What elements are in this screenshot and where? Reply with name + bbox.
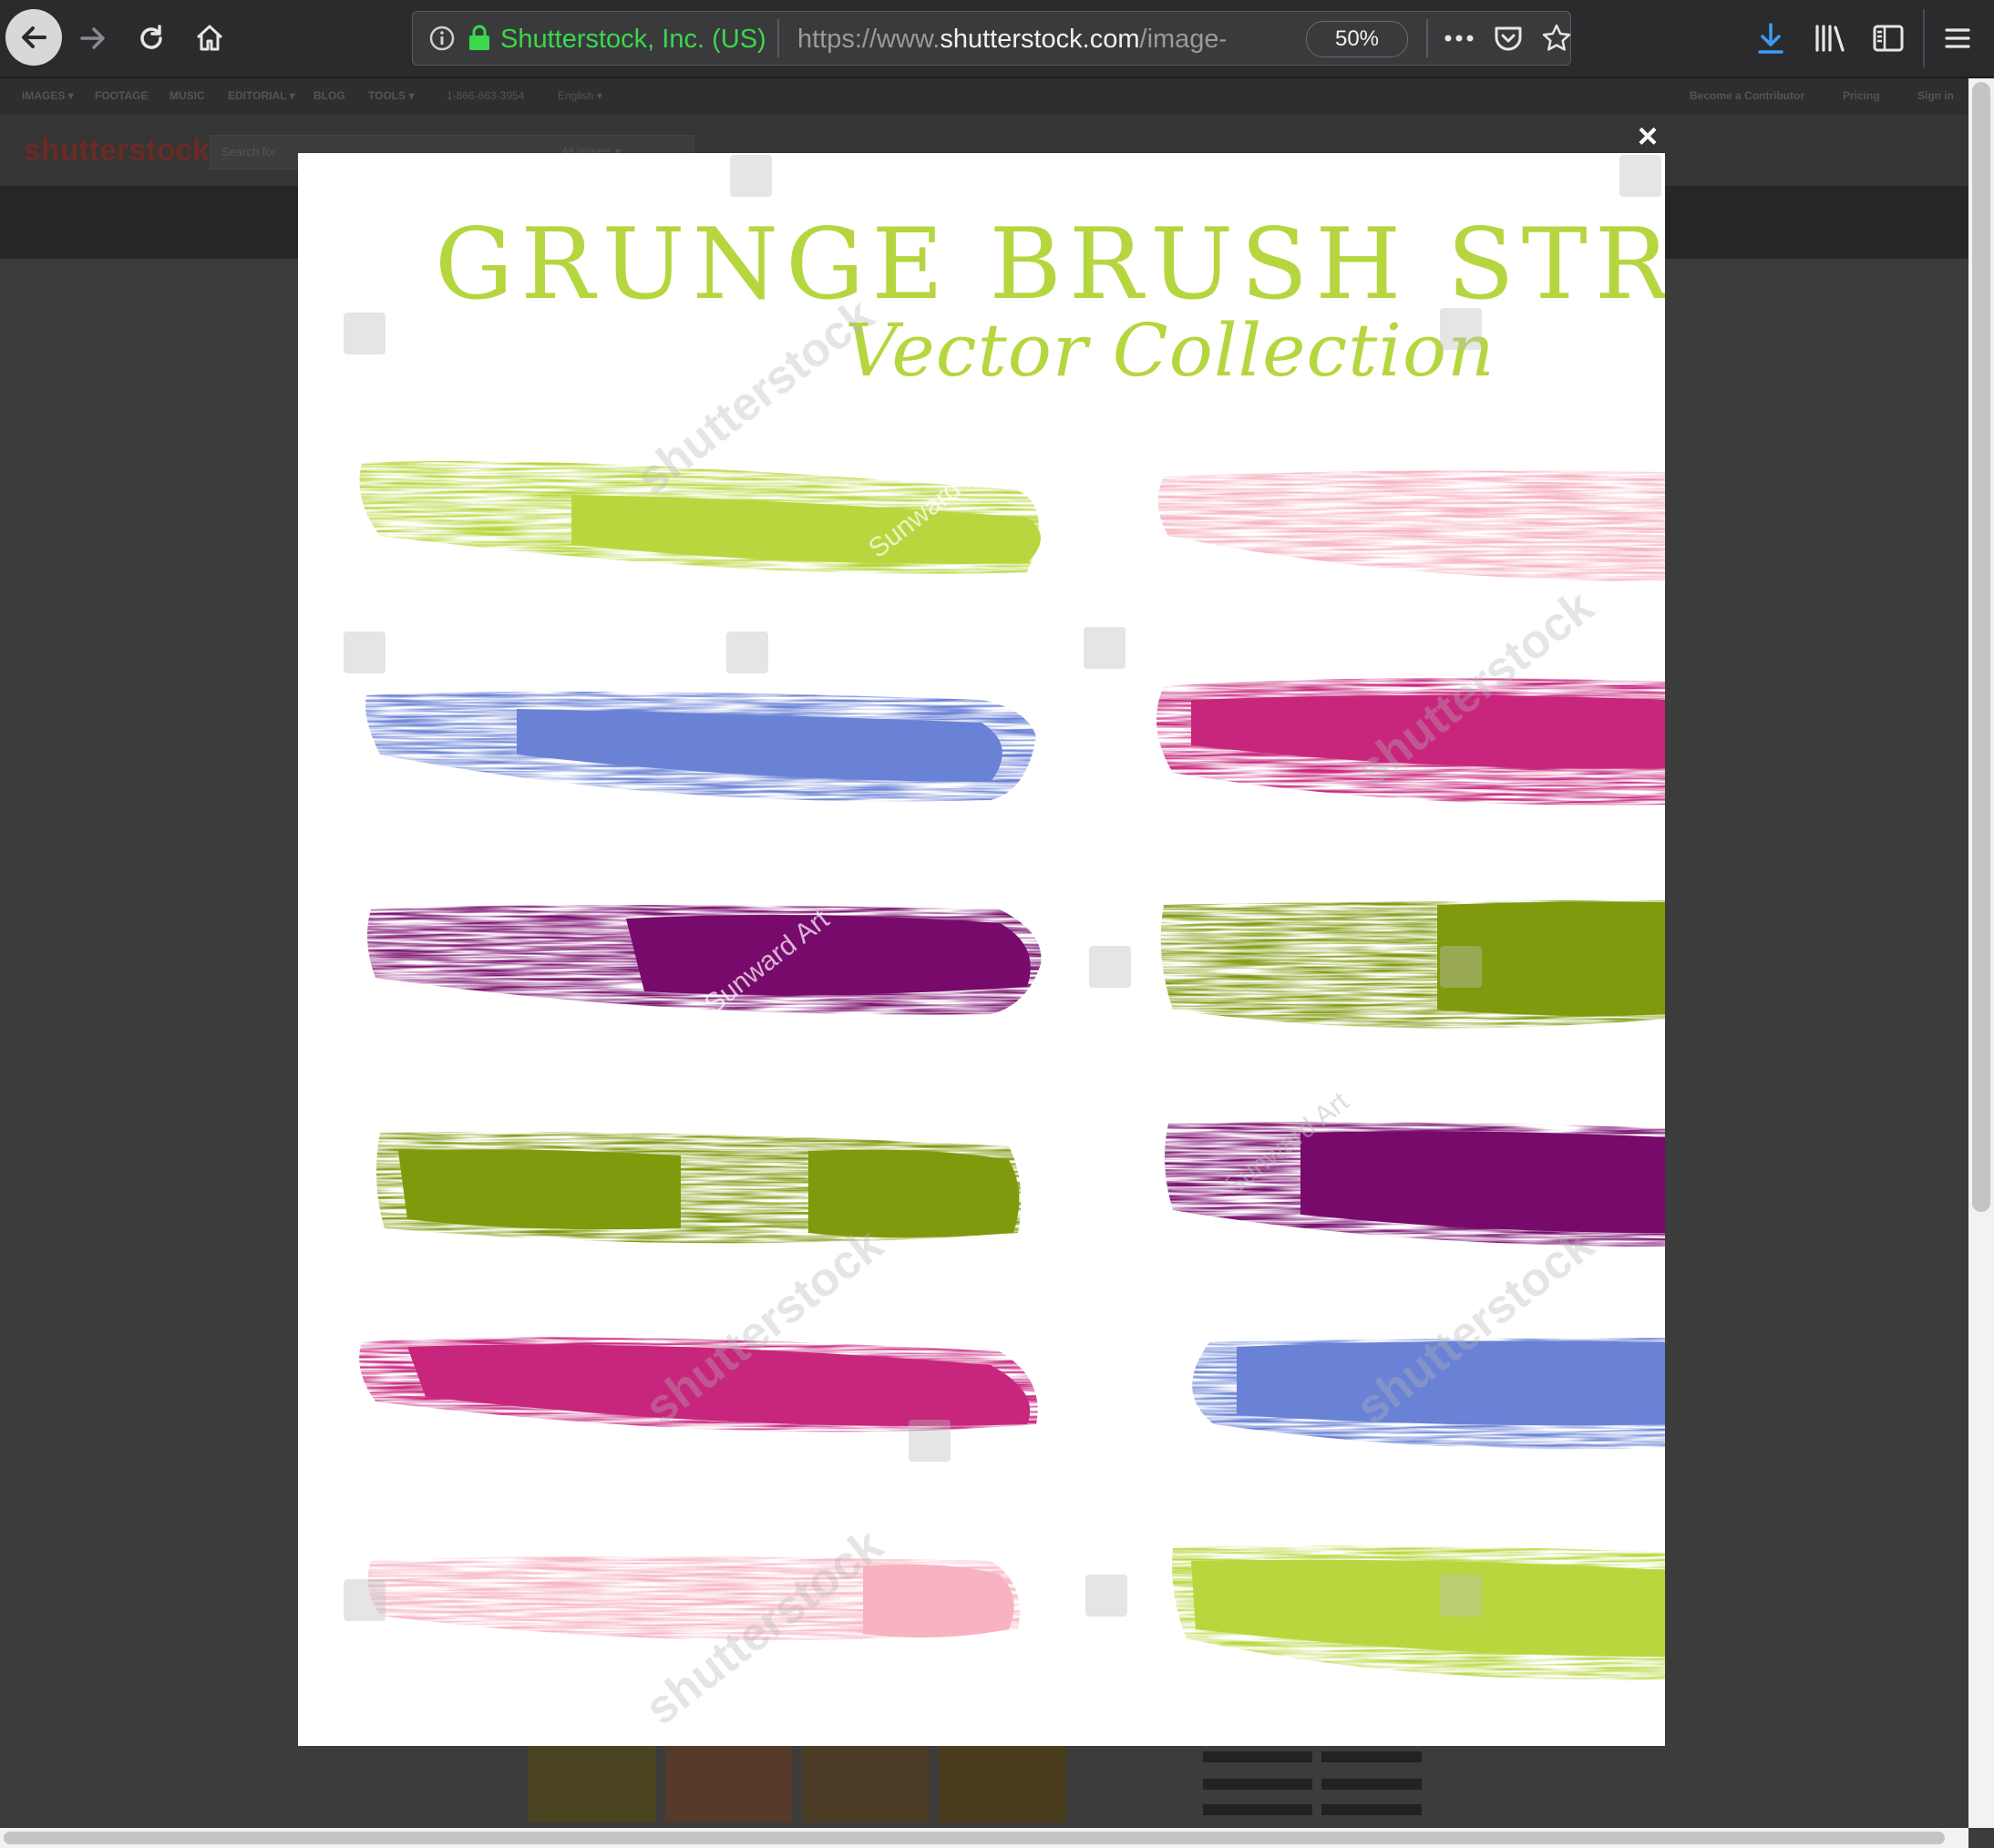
url-domain: shutterstock.com: [940, 25, 1140, 54]
watermark-badge: [1084, 627, 1125, 669]
nav-contributor[interactable]: Become a Contributor: [1690, 89, 1804, 102]
forward-icon: [80, 27, 105, 49]
vertical-scrollbar[interactable]: [1968, 78, 1994, 1828]
nav-blog[interactable]: BLOG: [313, 89, 345, 102]
nav-images[interactable]: IMAGES ▾: [22, 89, 74, 102]
watermark-badge: [344, 1579, 385, 1621]
stroke-pink-left-core: [863, 1564, 1014, 1638]
horizontal-scroll-thumb[interactable]: [4, 1832, 1945, 1844]
watermark-badge: [730, 155, 772, 197]
watermark-badge: [1089, 946, 1131, 988]
site-search-placeholder: Search for: [221, 145, 276, 159]
home-button[interactable]: [182, 11, 237, 66]
stroke-purple-right-core: [1300, 1131, 1665, 1233]
watermark-badge: [1619, 155, 1661, 197]
site-logo[interactable]: shutterstock: [24, 133, 210, 169]
menu-icon[interactable]: [1939, 20, 1976, 56]
reload-button[interactable]: [124, 11, 179, 66]
watermark-badge: [1085, 1575, 1127, 1617]
watermark-badge: [726, 631, 768, 673]
url-text[interactable]: https://www.shutterstock.com/image-: [797, 25, 1226, 55]
image-preview: GRUNGE BRUSH STROKE Vector Collection: [298, 153, 1665, 1746]
nav-tools[interactable]: TOOLS ▾: [368, 89, 414, 102]
home-icon: [196, 25, 223, 51]
browser-toolbar: Shutterstock, Inc. (US) https://www.shut…: [0, 0, 1994, 78]
site-identity[interactable]: Shutterstock, Inc. (US): [500, 25, 766, 55]
watermark-badge: [909, 1420, 951, 1462]
pocket-icon[interactable]: [1492, 22, 1525, 55]
back-icon: [22, 26, 46, 48]
stroke-olive-left-core2: [398, 1149, 681, 1230]
horizontal-scrollbar[interactable]: [0, 1828, 1968, 1848]
url-divider: [777, 19, 779, 57]
site-nav: IMAGES ▾ FOOTAGE MUSIC EDITORIAL ▾ BLOG …: [0, 78, 1968, 115]
forward-button[interactable]: [66, 11, 120, 66]
toolbar-divider: [1923, 9, 1925, 67]
vertical-scroll-thumb[interactable]: [1972, 82, 1990, 1212]
download-icon[interactable]: [1753, 20, 1788, 56]
nav-footage[interactable]: FOOTAGE: [95, 89, 148, 102]
more-icon[interactable]: [1441, 24, 1477, 53]
url-bar[interactable]: Shutterstock, Inc. (US) https://www.shut…: [412, 11, 1571, 66]
zoom-level[interactable]: 50%: [1306, 21, 1408, 57]
watermark-badge: [1440, 1575, 1482, 1617]
nav-language[interactable]: English ▾: [558, 89, 602, 102]
lightbox-close-button[interactable]: ×: [1629, 118, 1666, 155]
reload-icon: [140, 25, 162, 49]
nav-pricing[interactable]: Pricing: [1843, 89, 1880, 102]
nav-editorial[interactable]: EDITORIAL ▾: [228, 89, 295, 102]
stroke-pink-right: [1157, 470, 1665, 581]
back-button[interactable]: [5, 9, 62, 66]
url-suffix: /image-: [1139, 25, 1226, 54]
info-icon[interactable]: [427, 24, 457, 53]
stroke-olive-left-core: [808, 1149, 1020, 1237]
watermark-badge: [344, 313, 385, 354]
sidebar-icon[interactable]: [1870, 20, 1907, 56]
lock-icon: [466, 24, 493, 53]
related-thumbnails: [529, 1742, 1422, 1822]
star-icon[interactable]: [1539, 21, 1574, 56]
watermark-badge: [1440, 308, 1482, 350]
watermark-badge: [344, 631, 385, 673]
nav-music[interactable]: MUSIC: [170, 89, 205, 102]
url-prefix: https://www.: [797, 25, 940, 54]
url-divider: [1426, 19, 1428, 57]
library-icon[interactable]: [1812, 20, 1848, 56]
watermark-badge: [1440, 946, 1482, 988]
nav-phone[interactable]: 1-866-663-3954: [447, 89, 524, 102]
nav-signin[interactable]: Sign in: [1917, 89, 1954, 102]
